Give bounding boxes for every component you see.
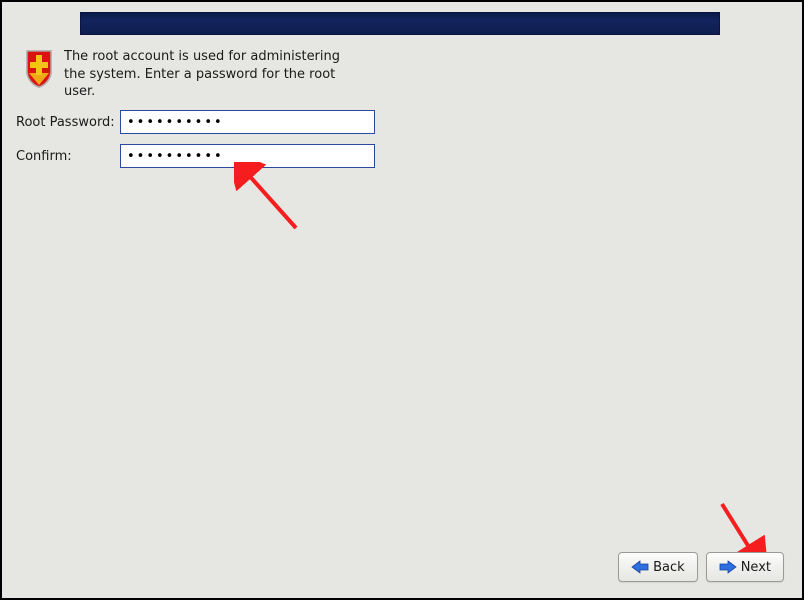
- next-button-label: Next: [741, 560, 771, 575]
- wizard-button-bar: Back Next: [618, 552, 784, 582]
- confirm-password-input[interactable]: [120, 144, 375, 168]
- root-password-input[interactable]: [120, 110, 375, 134]
- intro-row: The root account is used for administeri…: [22, 48, 364, 101]
- root-password-label: Root Password:: [16, 115, 120, 130]
- root-shield-icon: [22, 48, 56, 90]
- arrow-right-icon: [719, 560, 737, 574]
- password-form: Root Password: Confirm:: [16, 110, 375, 178]
- back-button-label: Back: [653, 560, 685, 575]
- row-root-password: Root Password:: [16, 110, 375, 134]
- header-bar: [80, 12, 720, 35]
- next-button[interactable]: Next: [706, 552, 784, 582]
- arrow-left-icon: [631, 560, 649, 574]
- confirm-password-label: Confirm:: [16, 149, 120, 164]
- row-confirm-password: Confirm:: [16, 144, 375, 168]
- back-button[interactable]: Back: [618, 552, 698, 582]
- intro-text: The root account is used for administeri…: [64, 48, 364, 101]
